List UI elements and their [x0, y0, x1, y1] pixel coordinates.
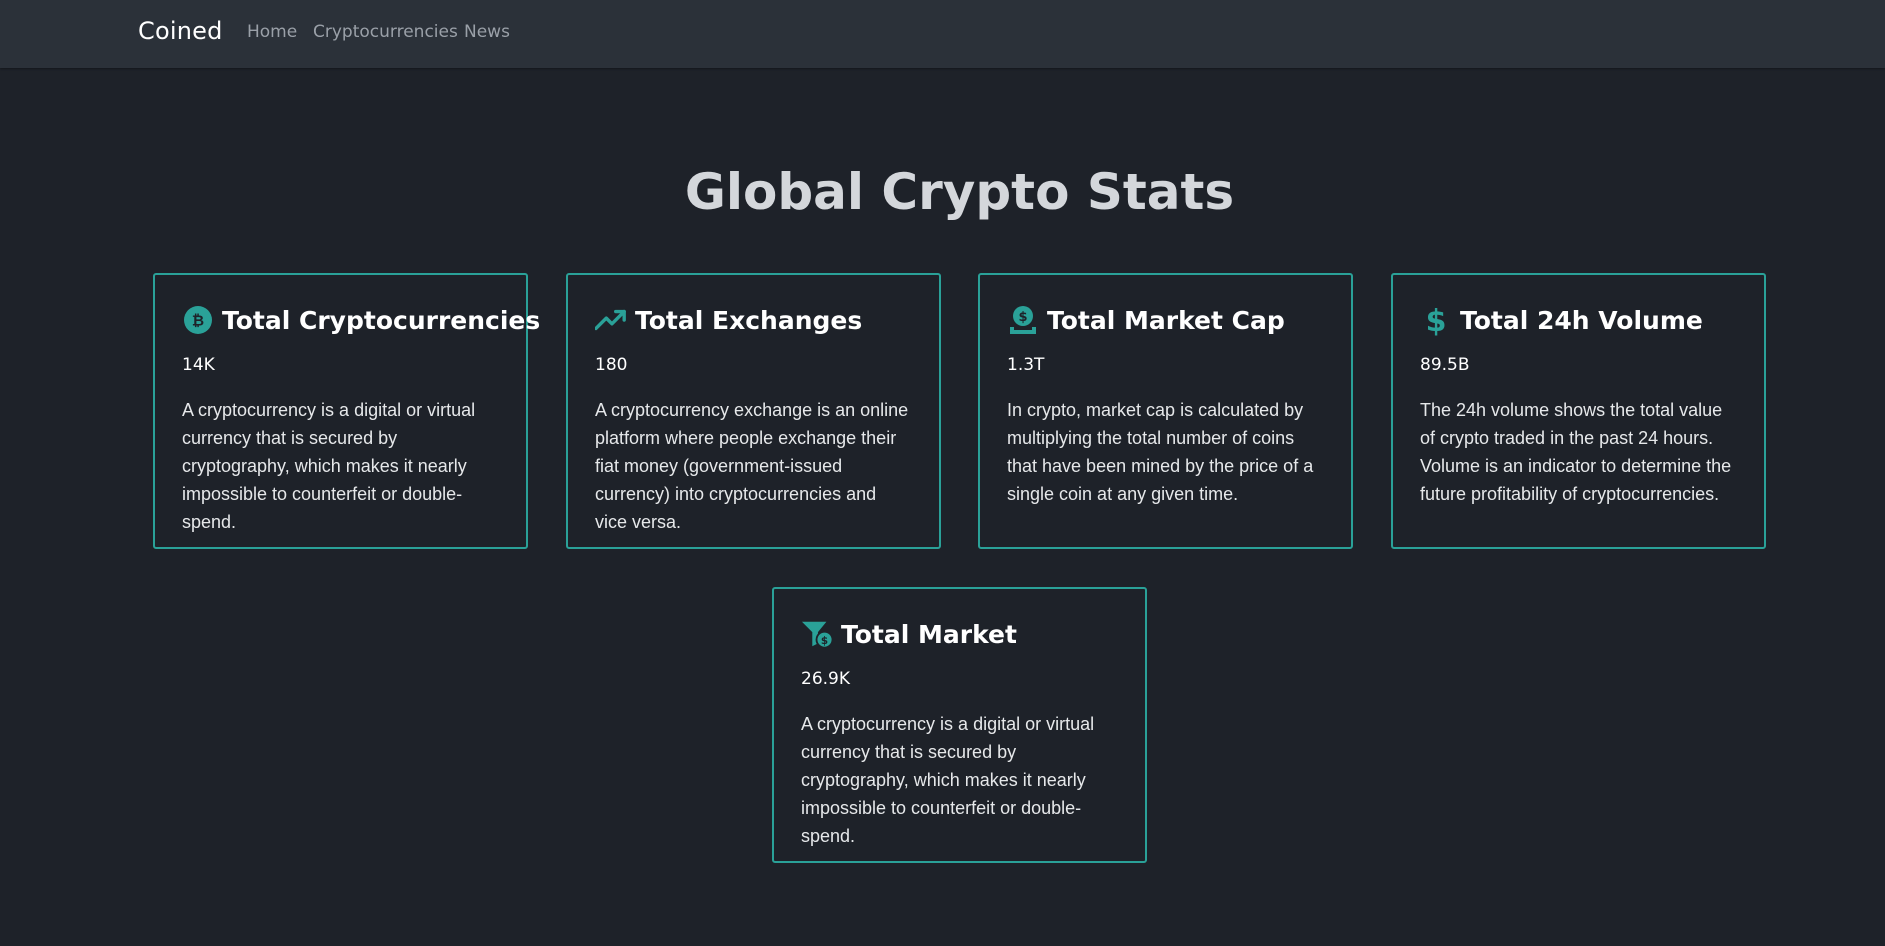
card-description: A cryptocurrency is a digital or virtual… [182, 400, 476, 532]
nav-link-home[interactable]: Home [247, 22, 297, 42]
nav-link-news[interactable]: News [464, 22, 510, 42]
card-description: A cryptocurrency exchange is an online p… [595, 400, 909, 532]
trending-up-icon [595, 304, 627, 336]
card-value: 26.9K [801, 669, 850, 689]
card-title: Total Market Cap [1047, 305, 1285, 335]
svg-text:$: $ [821, 635, 828, 647]
card-header: $ Total 24h Volume [1420, 301, 1737, 339]
card-description: The 24h volume shows the total value of … [1420, 400, 1732, 504]
money-hand-icon: $ [1007, 304, 1039, 336]
card-description: In crypto, market cap is calculated by m… [1007, 400, 1314, 504]
card-header: Total Exchanges [595, 301, 912, 339]
navbar: Coined Home Cryptocurrencies News [0, 0, 1885, 68]
stat-card-total-market: $ Total Market 26.9K A cryptocurrency is… [772, 587, 1147, 863]
funnel-dollar-icon: $ [801, 618, 833, 650]
brand-logo-link[interactable]: Coined [138, 17, 223, 45]
stat-card-total-cryptocurrencies: ₿ Total Cryptocurrencies 14K A cryptocur… [153, 273, 540, 549]
nav-link-cryptocurrencies[interactable]: Cryptocurrencies [313, 22, 458, 42]
svg-text:$: $ [1018, 310, 1027, 325]
card-value: 180 [595, 355, 628, 375]
svg-text:$: $ [1426, 304, 1447, 336]
card-title: Total Exchanges [635, 305, 863, 335]
svg-text:₿: ₿ [192, 312, 204, 330]
stat-card-total-market-cap: $ Total Market Cap 1.3T In crypto, marke… [978, 273, 1353, 549]
card-header: ₿ Total Cryptocurrencies [182, 301, 540, 339]
page-title: Global Crypto Stats [684, 163, 1235, 221]
card-header: $ Total Market [801, 615, 1118, 653]
card-title: Total Cryptocurrencies [222, 305, 541, 335]
stat-card-total-exchanges: Total Exchanges 180 A cryptocurrency exc… [566, 273, 941, 549]
card-value: 1.3T [1007, 355, 1045, 375]
dollar-icon: $ [1420, 304, 1452, 336]
bitcoin-icon: ₿ [182, 304, 214, 336]
stat-card-total-24h-volume: $ Total 24h Volume 89.5B The 24h volume … [1391, 273, 1766, 549]
card-title: Total 24h Volume [1460, 305, 1703, 335]
card-value: 14K [182, 355, 215, 375]
card-description: A cryptocurrency is a digital or virtual… [801, 714, 1095, 846]
card-title: Total Market [841, 619, 1017, 649]
card-value: 89.5B [1420, 355, 1470, 375]
card-header: $ Total Market Cap [1007, 301, 1324, 339]
